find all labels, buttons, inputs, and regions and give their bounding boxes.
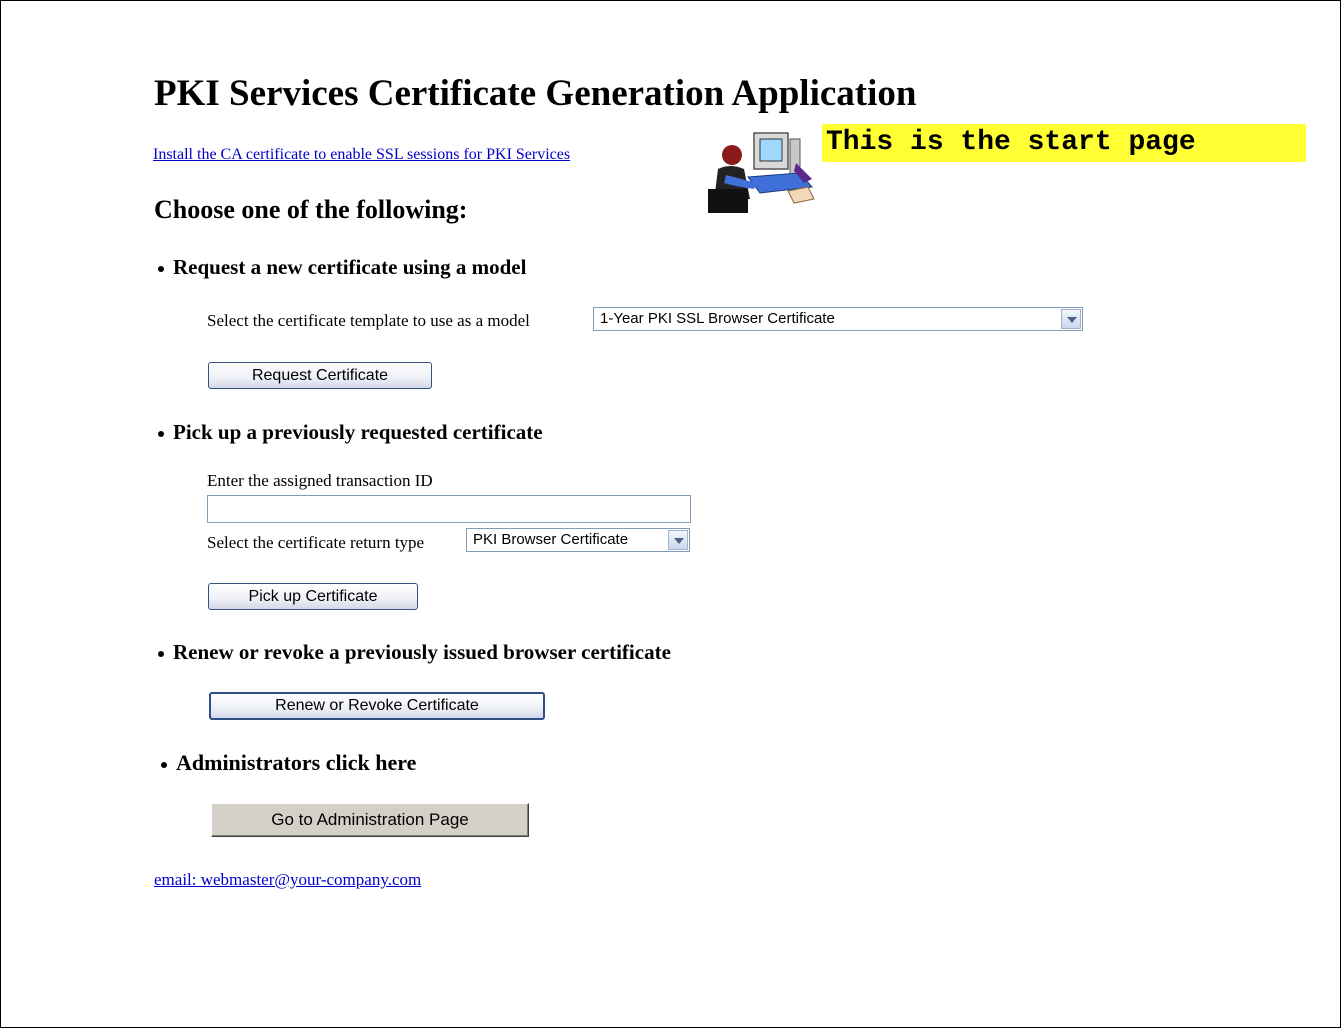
- page-title: PKI Services Certificate Generation Appl…: [154, 73, 917, 114]
- start-page-banner: This is the start page: [822, 124, 1306, 162]
- bullet-icon: [158, 266, 164, 273]
- bullet-icon: [158, 651, 164, 658]
- chevron-down-icon[interactable]: [1061, 309, 1081, 329]
- bullet-icon: [158, 431, 164, 438]
- request-heading-text: Request a new certificate using a model: [173, 255, 527, 279]
- pickup-section-heading: Pick up a previously requested certifica…: [158, 420, 543, 445]
- return-type-value: PKI Browser Certificate: [473, 531, 629, 548]
- renew-heading-text: Renew or revoke a previously issued brow…: [173, 640, 671, 664]
- template-select-label: Select the certificate template to use a…: [207, 311, 530, 330]
- return-type-label: Select the certificate return type: [207, 533, 425, 552]
- renew-section-heading: Renew or revoke a previously issued brow…: [158, 640, 671, 665]
- template-select-value: 1-Year PKI SSL Browser Certificate: [600, 310, 835, 327]
- pickup-certificate-button[interactable]: Pick up Certificate: [208, 583, 418, 610]
- request-section-heading: Request a new certificate using a model: [158, 255, 526, 280]
- transaction-id-label: Enter the assigned transaction ID: [207, 471, 433, 490]
- choose-heading: Choose one of the following:: [154, 195, 468, 224]
- request-certificate-button[interactable]: Request Certificate: [208, 362, 432, 389]
- return-type-select[interactable]: PKI Browser Certificate: [466, 528, 690, 552]
- pickup-heading-text: Pick up a previously requested certifica…: [173, 420, 543, 444]
- template-select[interactable]: 1-Year PKI SSL Browser Certificate: [593, 307, 1083, 331]
- webmaster-email-link[interactable]: email: webmaster@your-company.com: [154, 870, 421, 890]
- renew-revoke-certificate-button[interactable]: Renew or Revoke Certificate: [209, 692, 545, 720]
- admin-heading-text: Administrators click here: [176, 750, 417, 775]
- transaction-id-input[interactable]: [207, 495, 691, 523]
- go-to-admin-page-button[interactable]: Go to Administration Page: [211, 803, 529, 837]
- install-ca-certificate-link[interactable]: Install the CA certificate to enable SSL…: [153, 146, 570, 164]
- admin-section-heading: Administrators click here: [161, 750, 416, 776]
- chevron-down-icon[interactable]: [668, 530, 688, 550]
- bullet-icon: [161, 761, 167, 768]
- person-at-computer-icon: [708, 132, 815, 213]
- banner-text: This is the start page: [826, 127, 1196, 158]
